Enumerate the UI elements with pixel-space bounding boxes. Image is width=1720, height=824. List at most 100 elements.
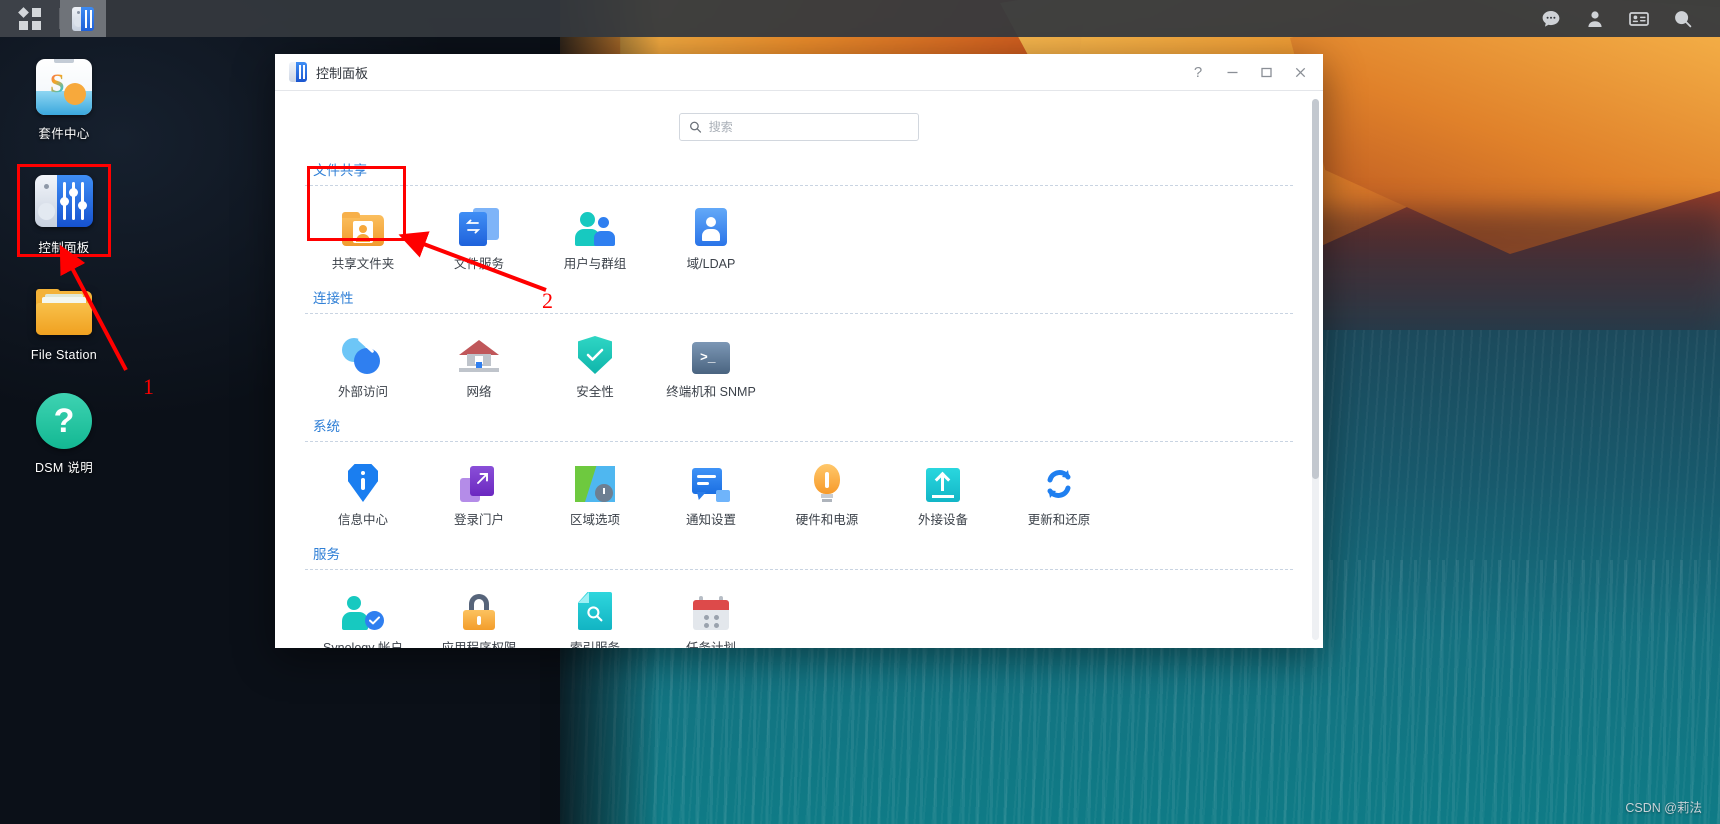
tile-notification[interactable]: 通知设置: [653, 448, 769, 536]
help-icon: ?: [1193, 63, 1203, 81]
section-divider: [305, 313, 1293, 314]
network-icon: [421, 330, 537, 374]
search-area: [305, 113, 1293, 141]
section-connectivity: 连接性 外部访问 网络 安全性 >_ 终端机和 SNMP: [305, 287, 1293, 408]
search-box[interactable]: [679, 113, 919, 141]
tile-regional-options[interactable]: 区域选项: [537, 448, 653, 536]
tile-login-portal[interactable]: 登录门户: [421, 448, 537, 536]
tile-network[interactable]: 网络: [421, 320, 537, 408]
tile-label: 任务计划: [685, 641, 736, 648]
tile-file-service[interactable]: 文件服务: [421, 192, 537, 280]
annotation-number-2: 2: [542, 288, 553, 313]
tile-app-privileges[interactable]: 应用程序权限: [421, 576, 537, 648]
regional-options-icon: [537, 458, 653, 502]
notifications-icon[interactable]: [1624, 4, 1654, 34]
tile-label: 登录门户: [453, 513, 504, 527]
update-restore-icon: [1001, 458, 1117, 502]
tile-label: 共享文件夹: [331, 257, 395, 271]
index-service-icon: [537, 586, 653, 630]
tile-label: 外接设备: [917, 513, 968, 527]
tile-label: 网络: [466, 385, 492, 399]
taskbar-right: [1536, 4, 1720, 34]
user-icon[interactable]: [1580, 4, 1610, 34]
chat-icon[interactable]: [1536, 4, 1566, 34]
control-panel-icon: [289, 62, 307, 82]
info-center-icon: [305, 458, 421, 502]
window-title: 控制面板: [316, 65, 369, 81]
task-scheduler-icon: [653, 586, 769, 630]
tile-synology-account[interactable]: Synology 帐户: [305, 576, 421, 648]
security-shield-icon: [537, 330, 653, 374]
desktop-icon-label: DSM 说明: [34, 461, 94, 475]
section-system: 系统 信息中心 登录门户 区域选项 通知设置 硬件和电源 外接设备 更新和还原: [305, 415, 1293, 536]
hardware-power-icon: [769, 458, 885, 502]
tile-domain-ldap[interactable]: 域/LDAP: [653, 192, 769, 280]
desktop-icon-file-station[interactable]: File Station: [9, 283, 119, 362]
search-icon[interactable]: [1668, 4, 1698, 34]
main-menu-button[interactable]: [0, 0, 60, 37]
tile-label: 安全性: [576, 385, 614, 399]
tile-label: 应用程序权限: [441, 641, 517, 648]
minimize-icon: [1227, 71, 1237, 73]
content-scrollbar[interactable]: [1312, 99, 1319, 640]
control-panel-window: 控制面板 ? 文件共享: [275, 54, 1323, 648]
taskbar-left: [0, 0, 106, 37]
terminal-snmp-icon: >_: [653, 330, 769, 374]
desktop-icon-package-center[interactable]: S 套件中心: [9, 58, 119, 142]
grid-menu-icon: [18, 6, 41, 30]
search-icon: [690, 121, 702, 133]
app-privileges-icon: [421, 586, 537, 630]
watermark: CSDN @莉法: [1625, 801, 1702, 815]
close-icon: [1295, 67, 1305, 77]
desktop-icon-dsm-help[interactable]: ? DSM 说明: [9, 392, 119, 476]
tile-external-access[interactable]: 外部访问: [305, 320, 421, 408]
search-input[interactable]: [708, 120, 909, 134]
section-services: 服务 Synology 帐户 应用程序权限 索引服务 任务计划: [305, 543, 1293, 648]
synology-account-icon: [305, 586, 421, 630]
external-access-icon: [305, 330, 421, 374]
tile-security[interactable]: 安全性: [537, 320, 653, 408]
desktop-icon-label: 套件中心: [38, 127, 90, 141]
annotation-box-control-panel: [17, 164, 111, 257]
domain-ldap-icon: [653, 202, 769, 246]
tile-label: 硬件和电源: [795, 513, 859, 527]
window-title-bar[interactable]: 控制面板 ?: [275, 54, 1323, 91]
section-divider: [305, 185, 1293, 186]
section-title: 系统: [313, 419, 340, 434]
tile-label: 更新和还原: [1027, 513, 1091, 527]
tile-label: 用户与群组: [563, 257, 627, 271]
tile-info-center[interactable]: 信息中心: [305, 448, 421, 536]
file-station-icon: [9, 283, 119, 341]
tile-index-service[interactable]: 索引服务: [537, 576, 653, 648]
section-title: 服务: [313, 547, 340, 562]
tile-terminal-snmp[interactable]: >_ 终端机和 SNMP: [653, 320, 769, 408]
control-panel-content: 文件共享 共享文件夹: [275, 91, 1323, 648]
maximize-button[interactable]: [1249, 57, 1283, 87]
section-file-sharing: 文件共享 共享文件夹 文件服务 用户与群组 域/LDAP: [305, 159, 1293, 280]
tile-task-scheduler[interactable]: 任务计划: [653, 576, 769, 648]
minimize-button[interactable]: [1215, 57, 1249, 87]
section-divider: [305, 441, 1293, 442]
tile-users-groups[interactable]: 用户与群组: [537, 192, 653, 280]
section-tiles: 外部访问 网络 安全性 >_ 终端机和 SNMP: [305, 320, 1293, 408]
taskbar-app-control-panel[interactable]: [60, 0, 106, 37]
tile-update-restore[interactable]: 更新和还原: [1001, 448, 1117, 536]
annotation-box-shared-folder: [307, 166, 406, 241]
login-portal-icon: [421, 458, 537, 502]
users-groups-icon: [537, 202, 653, 246]
tile-external-devices[interactable]: 外接设备: [885, 448, 1001, 536]
help-button[interactable]: ?: [1181, 57, 1215, 87]
section-tiles: 共享文件夹 文件服务 用户与群组 域/LDAP: [305, 192, 1293, 280]
section-title: 连接性: [313, 291, 354, 306]
close-button[interactable]: [1283, 57, 1317, 87]
tile-hardware-power[interactable]: 硬件和电源: [769, 448, 885, 536]
section-tiles: Synology 帐户 应用程序权限 索引服务 任务计划: [305, 576, 1293, 648]
notification-icon: [653, 458, 769, 502]
tile-label: 终端机和 SNMP: [666, 385, 756, 399]
maximize-icon: [1260, 67, 1272, 77]
annotation-number-1: 1: [143, 374, 154, 399]
tile-label: 信息中心: [337, 513, 388, 527]
tile-label: 区域选项: [569, 513, 620, 527]
scrollbar-thumb[interactable]: [1312, 99, 1319, 479]
file-service-icon: [421, 202, 537, 246]
